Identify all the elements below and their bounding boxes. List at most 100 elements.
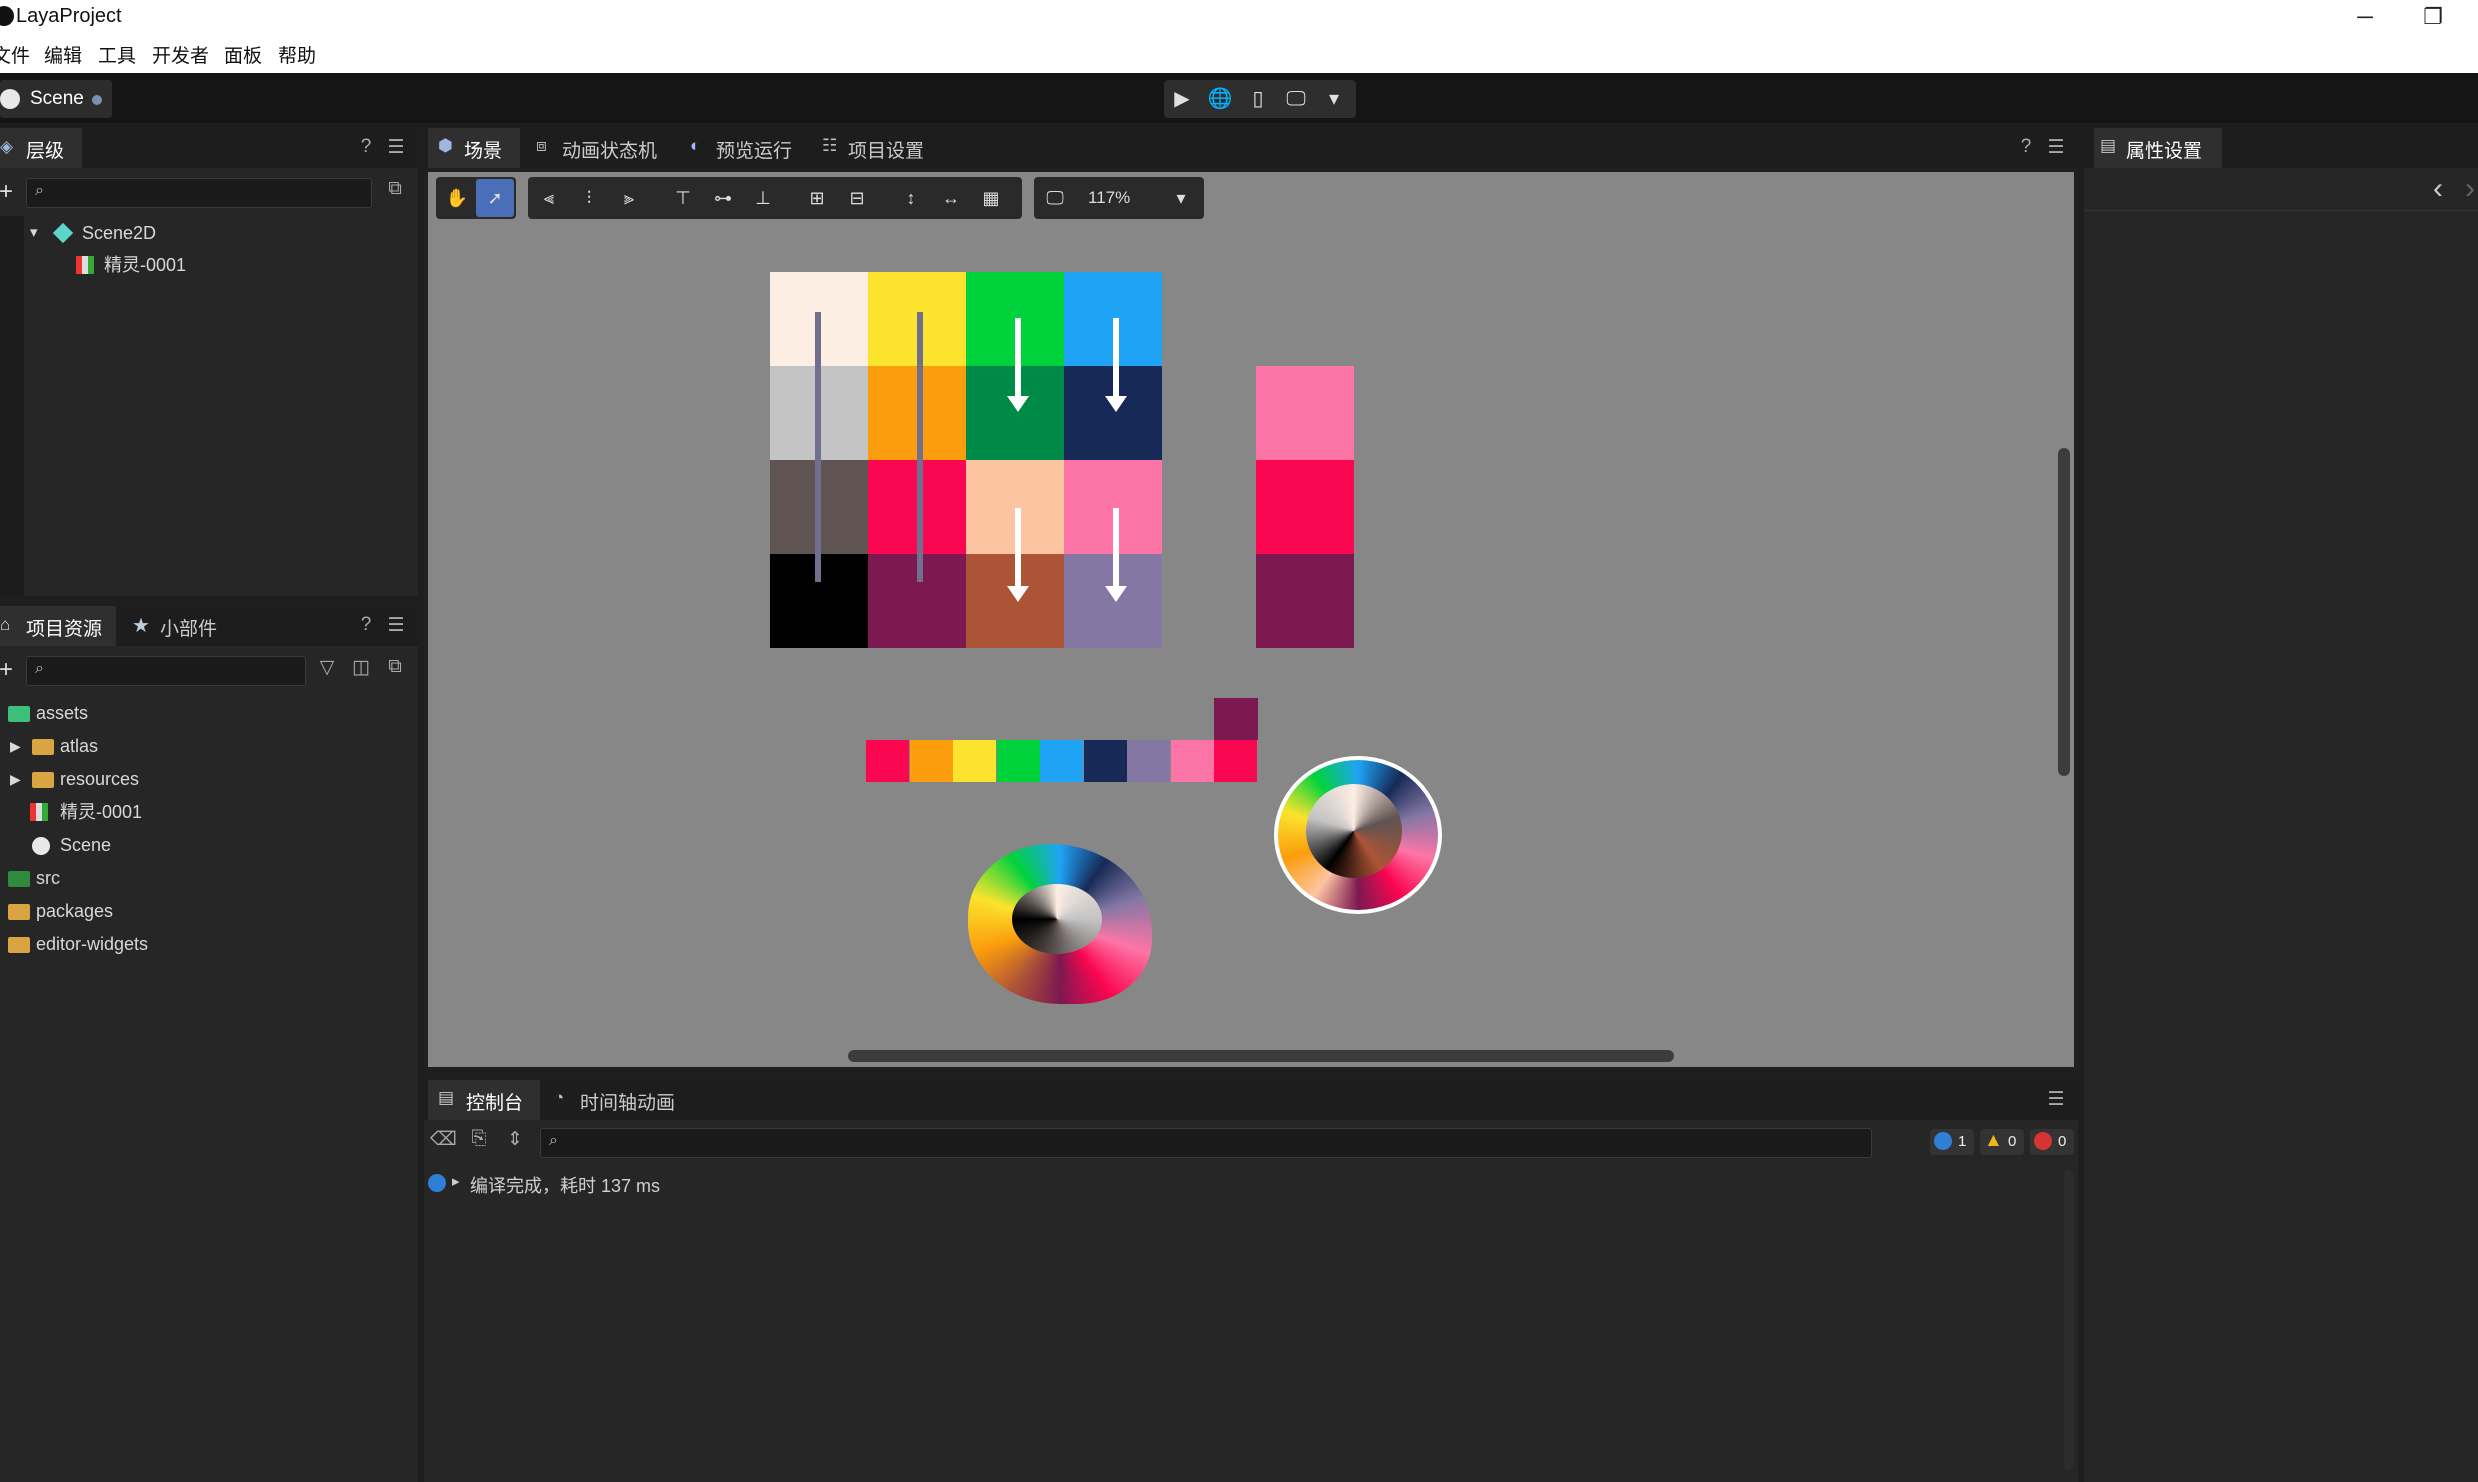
play-icon[interactable]: ▶ [1164,80,1200,118]
console-search-input[interactable]: ⌕ [540,1128,1872,1158]
zoom-level[interactable]: 117% [1088,188,1130,208]
mobile-preview-icon[interactable]: ▯ [1240,80,1276,118]
fit-height-icon[interactable]: ↕ [892,179,930,217]
console-scrollbar[interactable] [2064,1170,2074,1470]
minimize-button[interactable]: ─ [2332,0,2398,33]
collapse-all-icon[interactable]: ⧉ [382,656,408,678]
align-right-icon[interactable]: ⫸ [610,179,648,217]
tab-preview[interactable]: ◐ 预览运行 [686,128,806,168]
align-top-icon[interactable]: ⊤ [664,179,702,217]
panel-menu-icon[interactable]: ☰ [2044,1088,2068,1111]
tab-project-settings[interactable]: ☷ 项目设置 [818,128,938,168]
add-node-button[interactable]: + [0,178,16,206]
tab-project-assets[interactable]: ⌂ 项目资源 [0,606,116,646]
fit-width-icon[interactable]: ↔ [932,179,970,217]
collapse-icon[interactable]: ⇕ [502,1128,528,1151]
scene-viewport[interactable]: ✋ ➚ ⫷ ⫶ ⫸ ⊤ ⊶ ⊥ ⊞ ⊟ ↕ ↔ ▦ 🖵 117% ▾ [428,172,2074,1067]
select-tool-icon[interactable]: ➚ [476,179,514,217]
align-bottom-icon[interactable]: ⊥ [744,179,782,217]
palette-swatch [1083,740,1127,782]
forward-button[interactable]: › [2458,172,2478,206]
tab-hierarchy[interactable]: ◈ 层级 [0,128,82,168]
asset-folder-packages[interactable]: packages [8,896,408,926]
tab-project-assets-label: 项目资源 [26,619,103,640]
home-icon: ⌂ [0,615,11,634]
tree-node-label: 精灵-0001 [104,255,187,275]
filter-icon[interactable]: ▽ [314,656,340,679]
tab-properties[interactable]: ▤ 属性设置 [2094,128,2222,168]
vertical-scrollbar[interactable] [2058,448,2070,776]
collapse-all-icon[interactable]: ⧉ [382,178,408,200]
sprite-color-blob[interactable] [968,844,1152,1004]
hierarchy-search-input[interactable]: ⌕ [26,178,372,208]
align-left-icon[interactable]: ⫷ [530,179,568,217]
horizontal-scrollbar[interactable] [848,1050,1674,1062]
back-button[interactable]: ‹ [2426,172,2450,206]
distribute-h-icon[interactable]: ⊟ [838,179,876,217]
tab-timeline[interactable]: ◔ 时间轴动画 [548,1080,688,1120]
console-log-row[interactable]: ▸ 编译完成，耗时 137 ms [424,1170,2064,1200]
scene-tab-icon: ⬢ [438,136,453,155]
preview-dropdown-icon[interactable]: ▾ [1316,80,1352,118]
tree-node-scene2d[interactable]: ▾ Scene2D [30,218,400,248]
maximize-button[interactable]: ❐ [2400,0,2466,33]
info-filter-button[interactable]: 1 [1930,1129,1974,1155]
menu-tools[interactable]: 工具 [98,41,136,68]
color-blob-core [1012,884,1102,954]
menu-panels[interactable]: 面板 [224,41,262,68]
tab-widgets[interactable]: ★ 小部件 [126,606,236,646]
zoom-dropdown-icon[interactable]: ▾ [1162,179,1200,217]
help-icon[interactable]: ? [354,614,378,636]
arrow-head-icon [1105,586,1127,602]
split-view-icon[interactable]: ◫ [348,656,374,679]
hand-tool-icon[interactable]: ✋ [438,179,476,217]
menu-edit[interactable]: 编辑 [44,41,82,68]
help-icon[interactable]: ? [2014,136,2038,158]
help-icon[interactable]: ? [354,136,378,158]
palette-swatch [909,740,953,782]
tree-node-sprite[interactable]: 精灵-0001 [76,250,396,280]
scene-document-tab[interactable]: Scene [0,80,112,118]
sprite-palette-strip[interactable] [866,698,1258,782]
asset-folder-assets[interactable]: assets [8,698,408,728]
clear-console-icon[interactable]: ⌫ [430,1128,457,1151]
chevron-right-icon[interactable]: ▶ [10,731,21,761]
assets-search-input[interactable]: ⌕ [26,656,306,686]
screen-fit-icon[interactable]: 🖵 [1036,179,1074,217]
chevron-right-icon[interactable]: ▸ [452,1172,460,1190]
panel-menu-icon[interactable]: ☰ [2044,136,2068,159]
tab-animator[interactable]: ⧈ 动画状态机 [532,128,682,168]
warning-filter-button[interactable]: ▲ 0 [1980,1129,2024,1155]
chevron-right-icon[interactable]: ▶ [10,764,21,794]
web-preview-icon[interactable]: 🌐 [1202,80,1238,118]
error-filter-button[interactable]: 0 [2030,1129,2074,1155]
copy-icon[interactable]: ⎘ [466,1128,492,1150]
asset-folder-atlas[interactable]: ▶ atlas [10,731,408,761]
asset-scene[interactable]: Scene [30,830,408,860]
menu-help[interactable]: 帮助 [278,41,316,68]
asset-sprite[interactable]: 精灵-0001 [30,797,408,827]
menu-developer[interactable]: 开发者 [152,41,209,68]
panel-menu-icon[interactable]: ☰ [384,136,408,159]
align-middle-v-icon[interactable]: ⊶ [704,179,742,217]
panel-menu-icon[interactable]: ☰ [384,614,408,637]
desktop-preview-icon[interactable]: 🖵 [1278,80,1314,118]
align-center-h-icon[interactable]: ⫶ [570,179,608,217]
chevron-down-icon[interactable]: ▾ [30,218,38,248]
tab-scene[interactable]: ⬢ 场景 [428,128,520,168]
sprite-palette-column[interactable] [1256,366,1354,648]
asset-folder-resources[interactable]: ▶ resources [10,764,408,794]
grid-icon[interactable]: ▦ [972,179,1010,217]
window-title: LayaProject [16,5,122,27]
asset-folder-src[interactable]: src [8,863,408,893]
menu-file[interactable]: 文件 [0,41,30,68]
add-asset-button[interactable]: + [0,656,16,684]
package-folder-icon [8,937,30,953]
asset-folder-editor-widgets[interactable]: editor-widgets [8,929,408,959]
distribute-v-icon[interactable]: ⊞ [798,179,836,217]
sprite-color-wheel[interactable] [1274,756,1442,914]
sprite-palette-grid[interactable] [770,272,1162,648]
tool-group-zoom: 🖵 117% ▾ [1034,177,1204,219]
tab-console[interactable]: ▤ 控制台 [428,1080,540,1120]
package-folder-icon [8,904,30,920]
